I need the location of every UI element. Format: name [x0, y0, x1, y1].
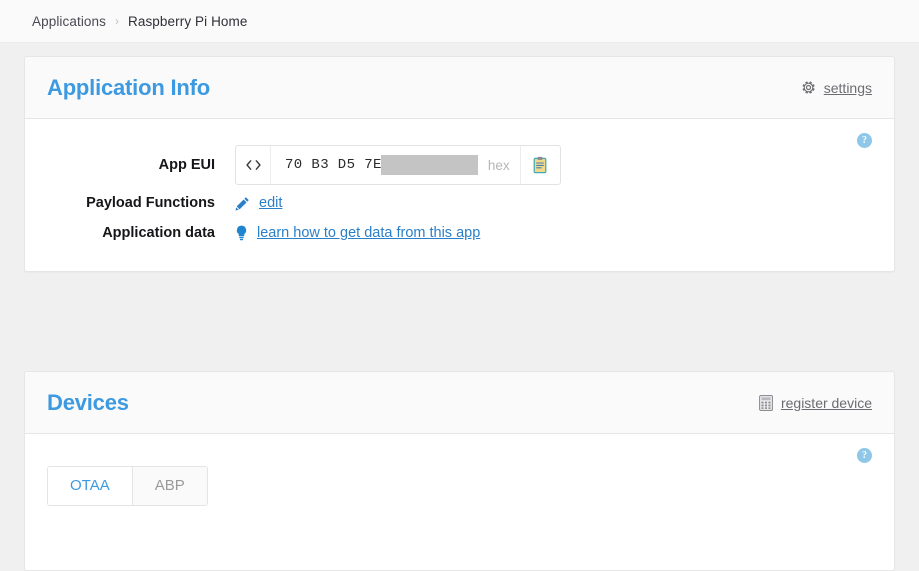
register-device-button[interactable]: register device — [759, 395, 872, 411]
gear-icon — [801, 80, 816, 95]
code-brackets-icon[interactable] — [236, 146, 271, 184]
payload-functions-value: edit — [235, 195, 282, 211]
devices-title: Devices — [47, 389, 129, 415]
app-eui-input[interactable]: 70 B3 D5 7E hex — [271, 146, 520, 184]
app-eui-unit-label: hex — [487, 157, 510, 173]
application-data-label: Application data — [102, 225, 215, 241]
page-title: Application Info — [47, 74, 211, 100]
application-info-panel: Application Info settings ? App EUI 70 B… — [24, 56, 895, 272]
app-eui-redaction — [380, 155, 478, 175]
application-info-header-actions: settings — [801, 80, 872, 96]
app-eui-value: 70 B3 D5 7E hex — [235, 145, 561, 185]
devices-body: ? OTAA ABP — [25, 434, 894, 530]
breadcrumb-current[interactable]: Raspberry Pi Home — [128, 14, 248, 29]
pencil-icon — [235, 196, 250, 211]
breadcrumb-bar: Applications › Raspberry Pi Home — [0, 0, 919, 43]
app-eui-label: App EUI — [158, 157, 215, 173]
payload-functions-label: Payload Functions — [86, 195, 215, 211]
calculator-icon — [759, 394, 773, 411]
register-device-label[interactable]: register device — [781, 395, 872, 411]
tab-otaa[interactable]: OTAA — [48, 467, 132, 505]
application-data-value: learn how to get data from this app — [235, 225, 480, 241]
application-info-body: ? App EUI 70 B3 D5 7E hex Payload Functi… — [25, 119, 894, 271]
settings-label[interactable]: settings — [824, 80, 872, 96]
devices-header-actions: register device — [759, 395, 872, 411]
edit-payload-functions-button[interactable]: edit — [235, 195, 282, 211]
app-eui-text: 70 B3 D5 7E — [285, 157, 382, 173]
clipboard-icon[interactable] — [519, 146, 560, 184]
learn-how-link-label[interactable]: learn how to get data from this app — [257, 225, 480, 241]
devices-panel: Devices register device ? OTAA ABP — [24, 371, 895, 571]
breadcrumb-applications[interactable]: Applications — [32, 14, 106, 29]
learn-how-to-get-data-button[interactable]: learn how to get data from this app — [235, 225, 480, 241]
app-eui-field[interactable]: 70 B3 D5 7E hex — [235, 145, 561, 185]
edit-link-label[interactable]: edit — [259, 195, 282, 211]
app-eui-row: App EUI 70 B3 D5 7E hex — [47, 145, 872, 185]
devices-help-icon[interactable]: ? — [857, 448, 872, 463]
application-info-help-icon[interactable]: ? — [857, 133, 872, 148]
application-data-row: Application data learn how to get data f… — [47, 225, 872, 241]
tab-abp[interactable]: ABP — [131, 467, 207, 505]
application-info-header: Application Info settings — [25, 57, 894, 119]
breadcrumb-separator-icon: › — [115, 14, 119, 28]
payload-functions-row: Payload Functions edit — [47, 195, 872, 211]
device-type-tabs: OTAA ABP — [47, 466, 208, 506]
settings-button[interactable]: settings — [801, 80, 872, 96]
devices-header: Devices register device — [25, 372, 894, 434]
lightbulb-icon — [235, 225, 248, 241]
